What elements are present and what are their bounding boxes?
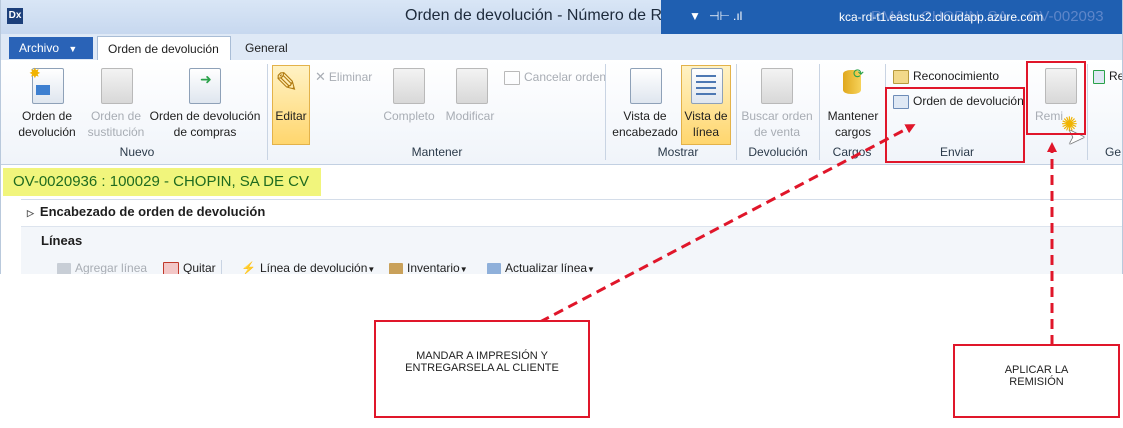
callout-print-line-1: MANDAR A IMPRESIÓN Y (416, 350, 548, 362)
callout-print: MANDAR A IMPRESIÓN Y ENTREGARSELA AL CLI… (374, 320, 590, 418)
arrow-to-return-order (539, 124, 916, 324)
callout-apply-line-2: REMISIÓN (1009, 376, 1064, 388)
callout-apply: APLICAR LA REMISIÓN (953, 344, 1120, 418)
callout-apply-line-1: APLICAR LA (1004, 364, 1069, 376)
callout-print-line-2: ENTREGARSELA AL CLIENTE (405, 362, 559, 374)
